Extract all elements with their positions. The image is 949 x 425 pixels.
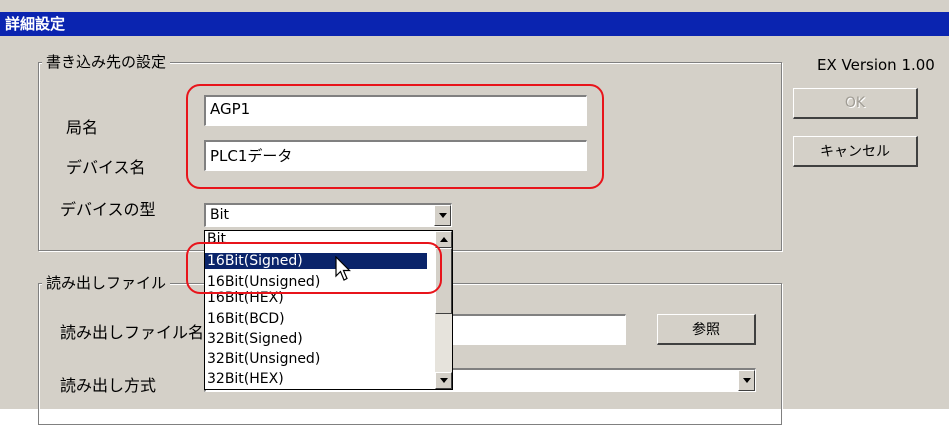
chevron-down-icon <box>439 378 448 383</box>
browse-button[interactable]: 参照 <box>657 314 756 345</box>
detail-settings-dialog: 詳細設定 書き込み先の設定 局名 AGP1 デバイス名 PLC1データ デバイス… <box>0 0 949 425</box>
device-name-label: デバイス名 <box>66 158 146 177</box>
dropdown-option[interactable]: 16Bit(BCD) <box>205 311 427 327</box>
chevron-down-icon <box>742 378 751 383</box>
read-method-dropdown-button[interactable] <box>738 370 755 391</box>
chevron-down-icon <box>438 213 447 218</box>
mouse-cursor-icon <box>335 256 351 281</box>
dropdown-option[interactable]: 32Bit(Signed) <box>205 331 427 347</box>
device-type-value: Bit <box>210 207 229 223</box>
dropdown-option[interactable]: 32Bit(Unsigned) <box>205 351 427 367</box>
device-type-label: デバイスの型 <box>60 200 156 219</box>
annotation-highlight-options <box>186 242 442 294</box>
version-label: EX Version 1.00 <box>817 56 935 74</box>
station-name-label: 局名 <box>66 118 99 137</box>
device-type-dropdown-button[interactable] <box>434 205 451 226</box>
ok-button[interactable]: OK <box>793 88 918 119</box>
cancel-button[interactable]: キャンセル <box>793 136 918 167</box>
write-destination-group-title: 書き込み先の設定 <box>42 51 171 72</box>
read-file-name-label: 読み出しファイル名 <box>60 323 205 342</box>
annotation-highlight-inputs <box>186 84 604 189</box>
chevron-up-icon <box>439 237 448 242</box>
device-type-select[interactable]: Bit <box>204 203 452 227</box>
dialog-title: 詳細設定 <box>0 12 949 36</box>
read-method-label: 読み出し方式 <box>60 376 157 395</box>
dropdown-option[interactable]: 32Bit(HEX) <box>205 371 427 387</box>
scroll-down-button[interactable] <box>435 372 452 389</box>
read-file-group-title: 読み出しファイル <box>42 272 171 293</box>
